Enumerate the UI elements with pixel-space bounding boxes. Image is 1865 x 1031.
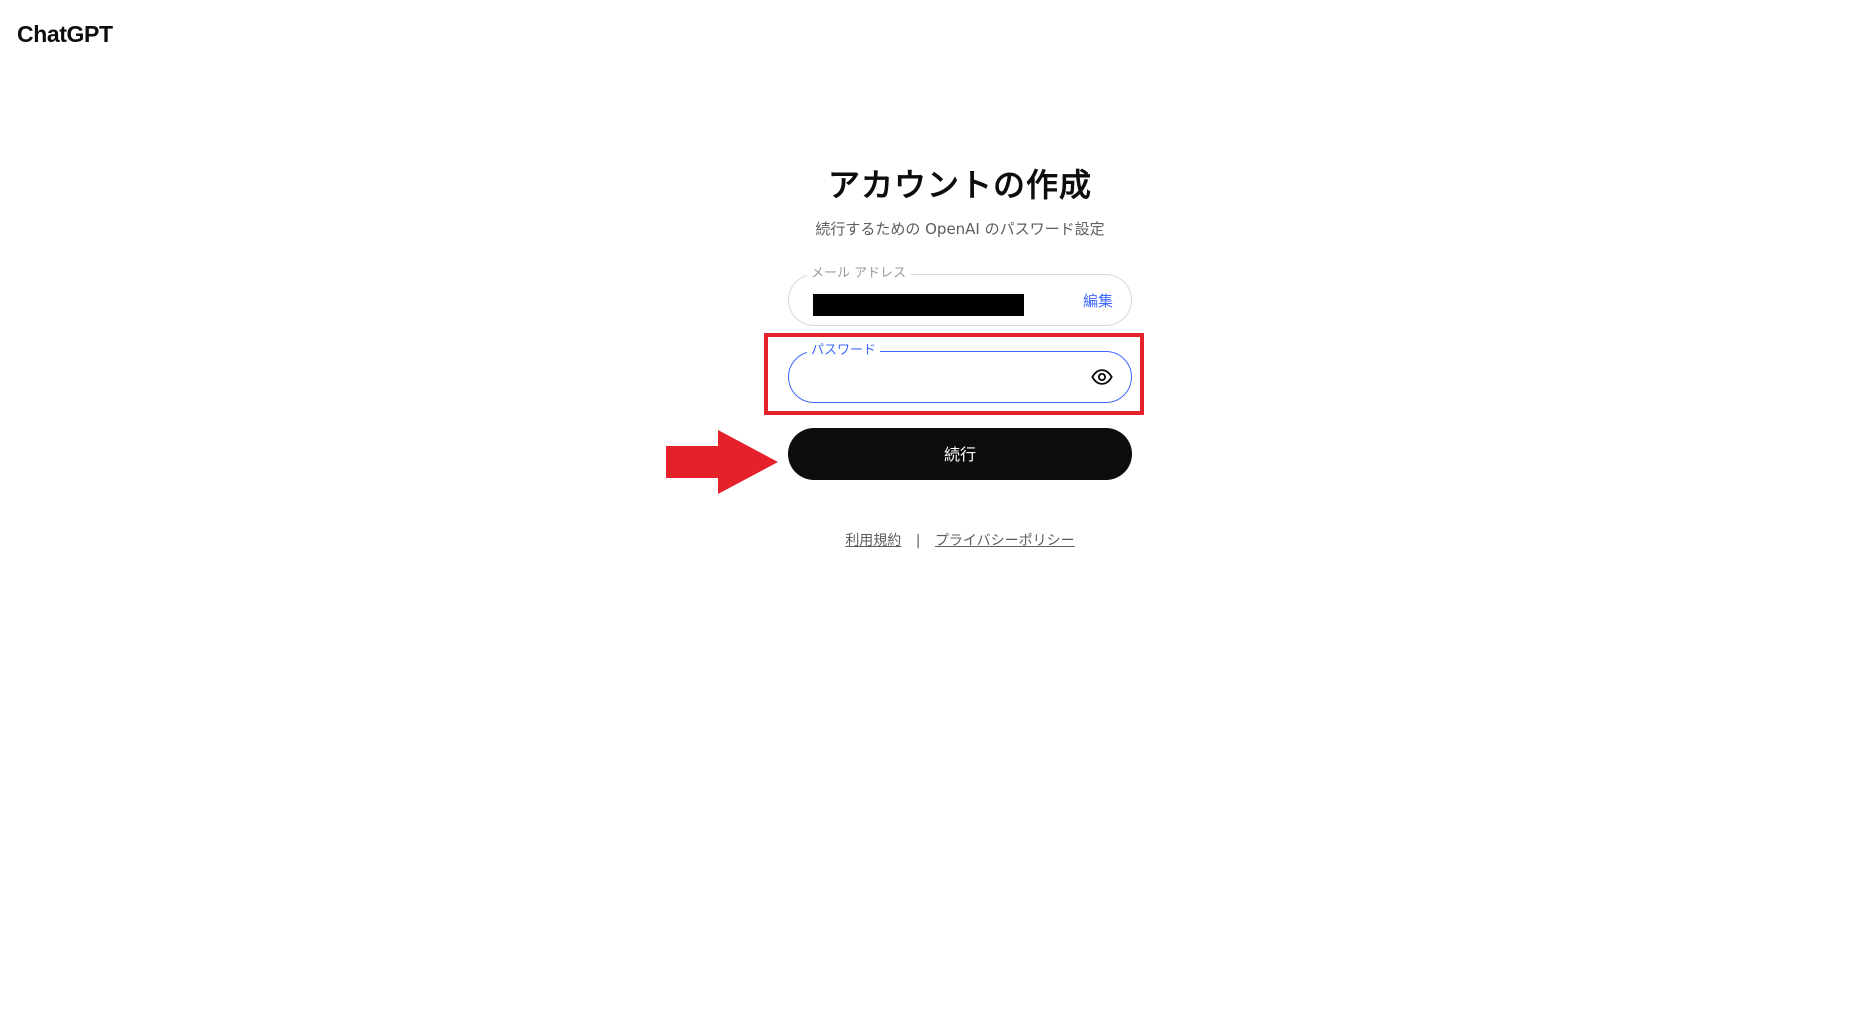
brand-logo: ChatGPT — [17, 21, 113, 47]
privacy-link[interactable]: プライバシーポリシー — [935, 533, 1075, 549]
footer-links: 利用規約 | プライバシーポリシー — [788, 530, 1132, 550]
email-field: メール アドレス 編集 — [788, 265, 1132, 326]
terms-link[interactable]: 利用規約 — [845, 533, 901, 549]
continue-button[interactable]: 続行 — [788, 428, 1132, 480]
arrow-annotation-icon — [666, 430, 778, 494]
highlight-annotation-box — [764, 333, 1144, 415]
email-value-redacted — [813, 294, 1024, 316]
page: ChatGPT アカウントの作成 続行するための OpenAI のパスワード設定… — [0, 0, 1865, 1031]
email-field-label: メール アドレス — [807, 265, 911, 283]
page-subtitle: 続行するための OpenAI のパスワード設定 — [815, 220, 1105, 238]
footer-separator: | — [915, 533, 921, 549]
page-title: アカウントの作成 — [827, 166, 1092, 204]
edit-email-link[interactable]: 編集 — [1083, 290, 1113, 311]
